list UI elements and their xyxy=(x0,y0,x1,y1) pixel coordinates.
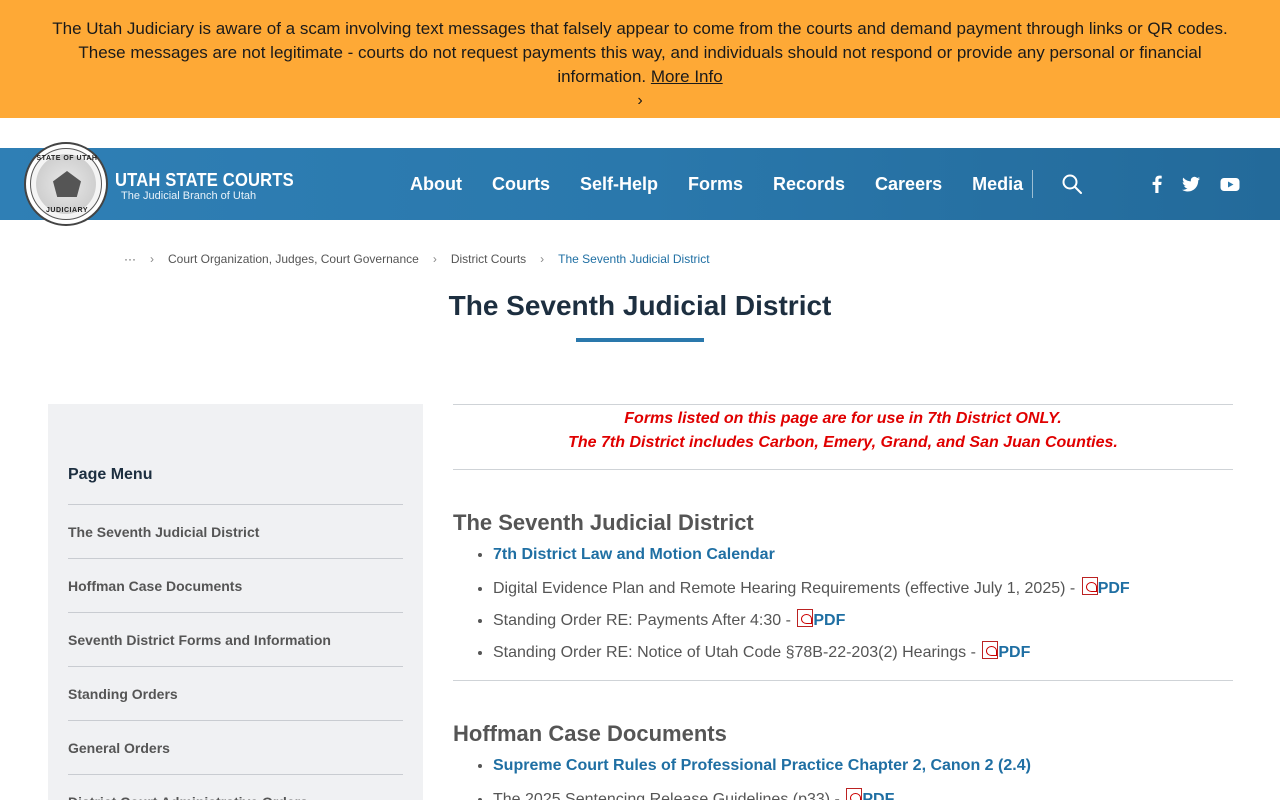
page-title: The Seventh Judicial District xyxy=(448,290,832,321)
seventh-district-list: 7th District Law and Motion Calendar Dig… xyxy=(493,545,1130,673)
title-underline xyxy=(576,338,704,342)
pdf-icon xyxy=(797,609,814,627)
hoffman-list: Supreme Court Rules of Professional Prac… xyxy=(493,756,1031,800)
pdf-link[interactable]: PDF xyxy=(1080,577,1130,597)
page-menu-sidebar: Page Menu The Seventh Judicial District … xyxy=(48,404,423,800)
law-motion-calendar-link[interactable]: 7th District Law and Motion Calendar xyxy=(493,546,775,563)
pdf-label: PDF xyxy=(1097,580,1130,597)
pdf-icon xyxy=(982,641,999,659)
chevron-right-icon[interactable]: › xyxy=(40,89,1240,113)
primary-menu: About Courts Self-Help Forms Records Car… xyxy=(410,148,1053,220)
menu-item-records[interactable]: Records xyxy=(773,174,845,195)
search-icon[interactable] xyxy=(1062,174,1082,194)
breadcrumb-court-organization[interactable]: Court Organization, Judges, Court Govern… xyxy=(168,252,419,266)
sidebar-item-general-orders[interactable]: General Orders xyxy=(68,720,403,774)
list-item-text: Standing Order RE: Notice of Utah Code §… xyxy=(493,644,976,661)
sidebar-item-administrative-orders[interactable]: District Court Administrative Orders xyxy=(68,774,403,800)
menu-item-courts[interactable]: Courts xyxy=(492,174,550,195)
page-menu-list: The Seventh Judicial District Hoffman Ca… xyxy=(68,504,403,800)
menu-item-self-help[interactable]: Self-Help xyxy=(580,174,658,195)
list-item: Standing Order RE: Payments After 4:30 -… xyxy=(493,609,1130,641)
pdf-link[interactable]: PDF xyxy=(980,641,1031,661)
youtube-icon[interactable] xyxy=(1220,174,1240,194)
supreme-court-rules-link[interactable]: Supreme Court Rules of Professional Prac… xyxy=(493,757,1031,774)
menu-item-careers[interactable]: Careers xyxy=(875,174,942,195)
nav-divider xyxy=(1032,170,1033,198)
notice-line-1: Forms listed on this page are for use in… xyxy=(624,410,1062,427)
district-notice: Forms listed on this page are for use in… xyxy=(453,404,1233,470)
alert-text: The Utah Judiciary is aware of a scam in… xyxy=(52,19,1228,86)
twitter-icon[interactable] xyxy=(1181,174,1201,194)
menu-item-media[interactable]: Media xyxy=(972,174,1023,195)
scam-alert-banner: The Utah Judiciary is aware of a scam in… xyxy=(0,0,1280,118)
sidebar-item-forms-information[interactable]: Seventh District Forms and Information xyxy=(68,612,403,666)
list-item: The 2025 Sentencing Release Guidelines (… xyxy=(493,788,1031,800)
chevron-right-icon: › xyxy=(540,252,545,266)
alert-message: The Utah Judiciary is aware of a scam in… xyxy=(40,17,1240,113)
more-info-link[interactable]: More Info xyxy=(651,67,723,86)
pdf-label: PDF xyxy=(813,612,846,629)
pdf-link[interactable]: PDF xyxy=(844,788,895,800)
menu-item-about[interactable]: About xyxy=(410,174,462,195)
section-heading-hoffman: Hoffman Case Documents xyxy=(453,721,727,746)
brand-subtitle: The Judicial Branch of Utah xyxy=(121,190,257,202)
pdf-link[interactable]: PDF xyxy=(795,609,846,629)
sidebar-item-standing-orders[interactable]: Standing Orders xyxy=(68,666,403,720)
breadcrumb-current: The Seventh Judicial District xyxy=(558,252,710,266)
pdf-icon xyxy=(846,788,863,800)
menu-item-forms[interactable]: Forms xyxy=(688,174,743,195)
utah-seal-logo[interactable]: STATE OF UTAH JUDICIARY xyxy=(24,142,108,226)
list-item-text: Standing Order RE: Payments After 4:30 - xyxy=(493,612,791,629)
list-item-text: Digital Evidence Plan and Remote Hearing… xyxy=(493,580,1076,597)
chevron-right-icon: › xyxy=(150,252,154,266)
sidebar-item-hoffman-case[interactable]: Hoffman Case Documents xyxy=(68,558,403,612)
list-item: Standing Order RE: Notice of Utah Code §… xyxy=(493,641,1130,673)
main-content: Forms listed on this page are for use in… xyxy=(453,404,1233,800)
section-heading-seventh-district: The Seventh Judicial District xyxy=(453,510,754,535)
list-item: 7th District Law and Motion Calendar xyxy=(493,545,1130,577)
pdf-icon xyxy=(1081,577,1098,595)
main-navigation: STATE OF UTAH JUDICIARY UTAH STATE COURT… xyxy=(0,142,1280,226)
list-item-text: The 2025 Sentencing Release Guidelines (… xyxy=(493,791,840,800)
seal-bottom-text: JUDICIARY xyxy=(46,207,88,214)
notice-line-2: The 7th District includes Carbon, Emery,… xyxy=(568,434,1118,451)
breadcrumb-district-courts[interactable]: District Courts xyxy=(451,252,526,266)
breadcrumb-ellipsis[interactable]: ··· xyxy=(124,252,136,266)
chevron-right-icon: › xyxy=(432,252,437,266)
eagle-icon xyxy=(53,171,81,197)
section-divider xyxy=(453,680,1233,681)
pdf-label: PDF xyxy=(862,791,895,800)
list-item: Supreme Court Rules of Professional Prac… xyxy=(493,756,1031,788)
seal-top-text: STATE OF UTAH xyxy=(36,155,98,162)
pdf-label: PDF xyxy=(998,644,1031,661)
seal-emblem: STATE OF UTAH JUDICIARY xyxy=(30,148,102,220)
facebook-icon[interactable] xyxy=(1147,174,1167,194)
breadcrumb: ··· › Court Organization, Judges, Court … xyxy=(124,252,710,266)
page-menu-heading: Page Menu xyxy=(68,466,153,483)
sidebar-item-seventh-district[interactable]: The Seventh Judicial District xyxy=(68,504,403,558)
list-item: Digital Evidence Plan and Remote Hearing… xyxy=(493,577,1130,609)
brand-title[interactable]: UTAH STATE COURTS xyxy=(115,170,294,191)
